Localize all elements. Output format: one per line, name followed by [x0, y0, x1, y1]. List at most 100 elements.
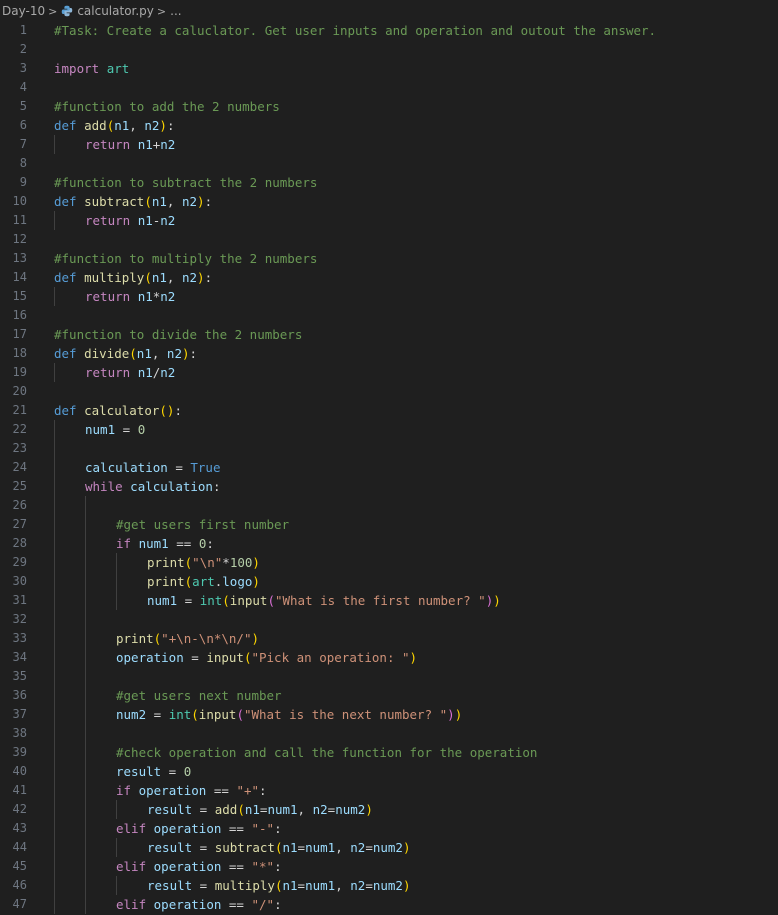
line-number: 41 [12, 783, 27, 797]
line-number: 40 [12, 764, 27, 778]
code-text: #function to add the 2 numbers [54, 97, 280, 116]
code-token: num2 [372, 840, 403, 855]
code-token: n1 [151, 270, 167, 285]
code-line[interactable]: 38 [0, 724, 778, 743]
code-line[interactable]: 30 print(art.logo) [0, 572, 778, 591]
code-token: subtract [214, 840, 275, 855]
code-text: print(art.logo) [147, 572, 260, 591]
code-line[interactable]: 1 #Task: Create a caluclator. Get user in… [0, 21, 778, 40]
breadcrumb-file[interactable]: calculator.py [77, 4, 154, 18]
code-line[interactable]: 2 [0, 40, 778, 59]
code-lines[interactable]: 1 #Task: Create a caluclator. Get user in… [0, 21, 778, 914]
code-line[interactable]: 44 result = subtract(n1=num1, n2=num2) [0, 838, 778, 857]
code-token: def [54, 346, 77, 361]
code-line[interactable]: 37 num2 = int(input("What is the next num… [0, 705, 778, 724]
code-line[interactable]: 9 #function to subtract the 2 numbers [0, 173, 778, 192]
code-line[interactable]: 42 result = add(n1=num1, n2=num2) [0, 800, 778, 819]
code-line[interactable]: 32 [0, 610, 778, 629]
line-number: 20 [12, 384, 27, 398]
code-token: if [116, 536, 132, 551]
line-number: 9 [19, 175, 27, 189]
indent-guide [54, 363, 55, 382]
code-token: def [54, 118, 77, 133]
code-line[interactable]: 15 return n1*n2 [0, 287, 778, 306]
code-line[interactable]: 45 elif operation == "*": [0, 857, 778, 876]
code-line[interactable]: 40 result = 0 [0, 762, 778, 781]
indent-guide [85, 762, 86, 781]
code-token: , [297, 802, 313, 817]
breadcrumb-more[interactable]: ... [170, 4, 181, 18]
code-token: num2 [335, 802, 366, 817]
code-token: input [229, 593, 268, 608]
code-token: operation [153, 821, 222, 836]
code-token: #function to multiply the 2 numbers [54, 251, 318, 266]
code-line[interactable]: 12 [0, 230, 778, 249]
code-line[interactable]: 33 print("+\n-\n*\n/") [0, 629, 778, 648]
line-number: 17 [12, 327, 27, 341]
code-line[interactable]: 6 def add(n1, n2): [0, 116, 778, 135]
code-line[interactable]: 23 [0, 439, 778, 458]
code-line[interactable]: 20 [0, 382, 778, 401]
code-line[interactable]: 11 return n1-n2 [0, 211, 778, 230]
code-line[interactable]: 46 result = multiply(n1=num1, n2=num2) [0, 876, 778, 895]
code-text: return n1-n2 [85, 211, 175, 230]
indent-guide [54, 420, 55, 439]
code-line[interactable]: 47 elif operation == "/": [0, 895, 778, 914]
code-token: ( [222, 593, 230, 608]
code-line[interactable]: 34 operation = input("Pick an operation: … [0, 648, 778, 667]
code-line[interactable]: 18 def divide(n1, n2): [0, 344, 778, 363]
code-line[interactable]: 35 [0, 667, 778, 686]
code-line[interactable]: 27 #get users first number [0, 515, 778, 534]
code-editor[interactable]: Day-10 > calculator.py > ... 1 #Task: Cre… [0, 0, 778, 915]
code-text: result = add(n1=num1, n2=num2) [147, 800, 373, 819]
code-line[interactable]: 19 return n1/n2 [0, 363, 778, 382]
code-line[interactable]: 31 num1 = int(input("What is the first nu… [0, 591, 778, 610]
code-token: logo [222, 574, 253, 589]
code-text: result = multiply(n1=num1, n2=num2) [147, 876, 410, 895]
line-number: 4 [19, 80, 27, 94]
code-line[interactable]: 29 print("\n"*100) [0, 553, 778, 572]
code-line[interactable]: 13 #function to multiply the 2 numbers [0, 249, 778, 268]
line-number: 13 [12, 251, 27, 265]
indent-guide [85, 724, 86, 743]
code-line[interactable]: 26 [0, 496, 778, 515]
code-line[interactable]: 14 def multiply(n1, n2): [0, 268, 778, 287]
line-number: 19 [12, 365, 27, 379]
code-line[interactable]: 43 elif operation == "-": [0, 819, 778, 838]
code-line[interactable]: 25 while calculation: [0, 477, 778, 496]
indent-guide [54, 287, 55, 306]
code-line[interactable]: 10 def subtract(n1, n2): [0, 192, 778, 211]
code-line[interactable]: 4 [0, 78, 778, 97]
line-number: 18 [12, 346, 27, 360]
code-line[interactable]: 36 #get users next number [0, 686, 778, 705]
code-line[interactable]: 16 [0, 306, 778, 325]
breadcrumb-folder[interactable]: Day-10 [2, 4, 45, 18]
code-token: add [84, 118, 107, 133]
code-line[interactable]: 7 return n1+n2 [0, 135, 778, 154]
code-line[interactable]: 24 calculation = True [0, 458, 778, 477]
code-token: ) [197, 270, 205, 285]
code-line[interactable]: 21 def calculator(): [0, 401, 778, 420]
code-line[interactable]: 41 if operation == "+": [0, 781, 778, 800]
code-text: #function to multiply the 2 numbers [54, 249, 317, 268]
indent-guide [54, 496, 55, 515]
code-token: calculation [130, 479, 213, 494]
code-token: = [365, 878, 373, 893]
code-line[interactable]: 39 #check operation and call the function… [0, 743, 778, 762]
code-line[interactable]: 3 import art [0, 59, 778, 78]
code-token: ) [402, 840, 411, 855]
code-token: n2 [144, 118, 160, 133]
indent-guide [54, 591, 55, 610]
line-number: 32 [12, 612, 27, 626]
code-line[interactable]: 5 #function to add the 2 numbers [0, 97, 778, 116]
code-line[interactable]: 17 #function to divide the 2 numbers [0, 325, 778, 344]
code-line[interactable]: 8 [0, 154, 778, 173]
code-token: : [204, 194, 213, 209]
code-line[interactable]: 28 if num1 == 0: [0, 534, 778, 553]
code-line[interactable]: 22 num1 = 0 [0, 420, 778, 439]
